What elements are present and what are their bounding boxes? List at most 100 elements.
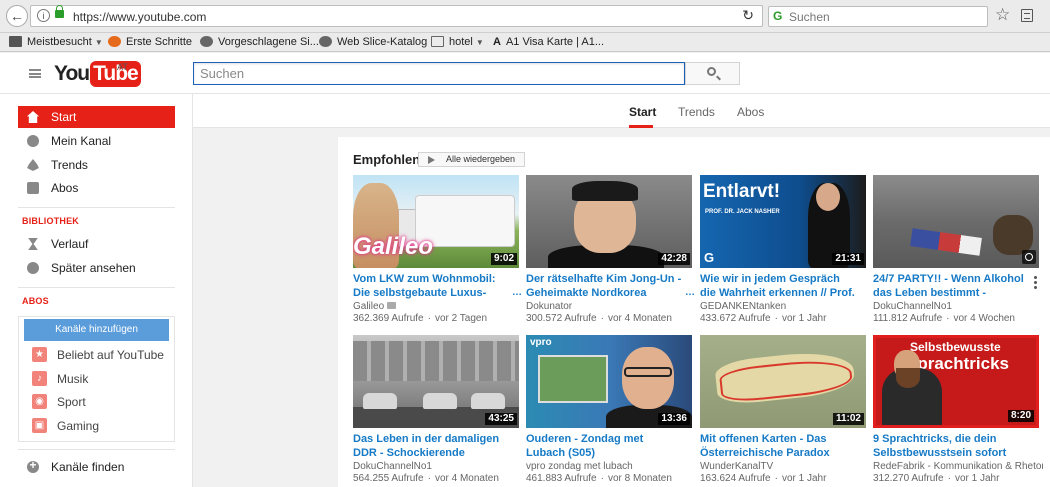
video-meta: 300.572 Aufrufe · vor 4 Monaten [526, 313, 672, 324]
video-thumbnail[interactable]: 42:28 [526, 175, 692, 268]
duration-badge: 8:20 [1007, 410, 1034, 422]
sidebar-item-gaming[interactable]: ▣ Gaming [32, 416, 172, 436]
recommended-shelf: Empfohlen Alle wiedergeben Galileo 9:02 … [338, 137, 1050, 487]
bookmark-hotel[interactable]: hotel ▼ [431, 36, 484, 48]
sidebar-item-abos[interactable]: Abos [18, 177, 175, 199]
youtube-search-button[interactable] [685, 62, 740, 85]
video-thumbnail[interactable] [873, 175, 1039, 268]
video-title[interactable]: Der rätselhafte Kim Jong-Un - Geheimakte… [526, 272, 682, 300]
subscriptions-icon [27, 182, 39, 194]
tab-abos[interactable]: Abos [737, 105, 764, 119]
sidebar-divider [18, 287, 175, 288]
youtube-logo[interactable]: You Tube AT [54, 61, 141, 87]
chevron-down-icon: ▼ [475, 38, 484, 47]
video-thumbnail[interactable]: 43:25 [353, 335, 519, 428]
channel-name[interactable]: Galileo [353, 301, 523, 312]
video-title[interactable]: Mit offenen Karten - Das Österreichische… [700, 432, 856, 460]
browser-toolbar: ← i https://www.youtube.com ↻ G Suchen ☆ [0, 0, 1050, 33]
bookmark-vorgeschlagene[interactable]: Vorgeschlagene Si... [200, 36, 319, 48]
region-label: AT [117, 62, 128, 72]
duration-badge: 43:25 [485, 413, 517, 425]
bookmark-web-slice[interactable]: Web Slice-Katalog [319, 36, 427, 48]
play-all-button[interactable]: Alle wiedergeben [418, 152, 525, 167]
globe-icon [319, 36, 332, 47]
address-url[interactable]: https://www.youtube.com [73, 10, 206, 24]
back-arrow-icon[interactable]: ← [6, 5, 28, 27]
more-vertical-icon[interactable] [1034, 276, 1037, 290]
channel-name[interactable]: WunderKanalTV [700, 461, 870, 472]
firefox-icon [108, 36, 121, 47]
folder-icon [9, 36, 22, 47]
bookmark-a1-visa[interactable]: A A1 Visa Karte | A1... [493, 36, 604, 48]
bookmarks-toolbar: Meistbesucht ▼ Erste Schritte Vorgeschlag… [0, 33, 1050, 52]
sidebar-item-sport[interactable]: ◉ Sport [32, 392, 172, 412]
flame-icon [27, 159, 39, 171]
feed-tabs: Start Trends Abos [193, 94, 1050, 128]
sidebar-item-spaeter-ansehen[interactable]: Später ansehen [18, 257, 175, 279]
channel-name[interactable]: RedeFabrik - Kommunikation & Rhetorik [873, 461, 1043, 472]
search-icon [707, 67, 716, 76]
sidebar-item-beliebt[interactable]: ★ Beliebt auf YouTube [32, 345, 172, 365]
channel-name[interactable]: vpro zondag met lubach [526, 461, 696, 472]
video-meta: 564.255 Aufrufe · vor 4 Monaten [353, 473, 499, 484]
music-icon: ♪ [32, 371, 47, 386]
video-thumbnail[interactable]: 11:02 [700, 335, 866, 428]
hamburger-menu-icon[interactable] [29, 69, 41, 78]
channel-name[interactable]: GEDANKENtanken [700, 301, 870, 312]
thumbnail-subtext: PROF. DR. JACK NASHER [705, 209, 780, 215]
video-thumbnail[interactable]: Entlarvt! PROF. DR. JACK NASHER G 21:31 [700, 175, 866, 268]
lock-icon [55, 5, 64, 18]
sidebar-item-kanaele-finden[interactable]: Kanäle finden [18, 456, 175, 478]
watch-later-icon[interactable] [1022, 250, 1036, 264]
chevron-down-icon: ▼ [94, 38, 103, 47]
channel-name[interactable]: DokuChannelNo1 [353, 461, 523, 472]
channel-logo-icon: G [704, 250, 715, 265]
hourglass-icon [28, 238, 38, 250]
video-title[interactable]: 9 Sprachtricks, die dein Selbstbewusstse… [873, 432, 1029, 460]
sidebar-item-start[interactable]: Start [18, 106, 175, 128]
video-thumbnail[interactable]: Galileo 9:02 [353, 175, 519, 268]
subscriptions-section-title: ABOS [22, 296, 49, 306]
video-meta: 163.624 Aufrufe · vor 1 Jahr [700, 473, 827, 484]
video-title[interactable]: Das Leben in der damaligen DDR - Schocki… [353, 432, 509, 460]
sidebar-item-verlauf[interactable]: Verlauf [18, 233, 175, 255]
globe-icon [200, 36, 213, 47]
sidebar-divider [18, 449, 175, 450]
video-title[interactable]: Wie wir in jedem Gespräch die Wahrheit e… [700, 272, 856, 300]
library-section-title: BIBLIOTHEK [22, 216, 79, 226]
bookmark-erste-schritte[interactable]: Erste Schritte [108, 36, 192, 48]
play-icon [428, 156, 435, 164]
browser-search-placeholder: Suchen [789, 10, 830, 24]
channel-name[interactable]: Dokunator [526, 301, 696, 312]
channel-name[interactable]: DokuChannelNo1 [873, 301, 1043, 312]
active-tab-indicator [629, 125, 653, 128]
title-ellipsis: … [685, 287, 695, 298]
thumbnail-text: Galileo [353, 233, 434, 260]
browser-search-input[interactable]: G Suchen [768, 6, 988, 27]
video-title[interactable]: Ouderen - Zondag met Lubach (S05) [526, 432, 682, 460]
tab-start[interactable]: Start [629, 105, 656, 119]
thumbnail-text: Entlarvt! [703, 181, 781, 202]
section-title[interactable]: Empfohlen [353, 152, 420, 167]
thumbnail-text: vpro [530, 337, 552, 348]
sidebar-item-mein-kanal[interactable]: Mein Kanal [18, 130, 175, 152]
add-channels-button[interactable]: Kanäle hinzufügen [24, 319, 169, 341]
video-thumbnail[interactable]: vpro 13:36 [526, 335, 692, 428]
folder-icon [431, 36, 444, 47]
address-bar[interactable]: i https://www.youtube.com ↻ [30, 5, 763, 27]
info-icon[interactable]: i [37, 9, 50, 22]
reload-icon[interactable]: ↻ [742, 7, 754, 24]
tab-trends[interactable]: Trends [678, 105, 715, 119]
bookmark-meistbesucht[interactable]: Meistbesucht ▼ [9, 36, 103, 48]
bookmark-star-icon[interactable]: ☆ [995, 5, 1010, 25]
verified-icon [387, 302, 397, 309]
video-title[interactable]: Vom LKW zum Wohnmobil: Die selbstgebaute… [353, 272, 509, 300]
clock-icon [27, 262, 39, 274]
video-title[interactable]: 24/7 PARTY!! - Wenn Alkohol das Leben be… [873, 272, 1029, 300]
video-thumbnail[interactable]: Selbstbewusste Sprachtricks 8:20 [873, 335, 1039, 428]
bookmarks-list-icon[interactable] [1021, 9, 1033, 22]
sidebar-item-trends[interactable]: Trends [18, 154, 175, 176]
youtube-search-input[interactable]: Suchen [193, 62, 685, 85]
sidebar-item-musik[interactable]: ♪ Musik [32, 369, 172, 389]
duration-badge: 21:31 [832, 253, 864, 265]
